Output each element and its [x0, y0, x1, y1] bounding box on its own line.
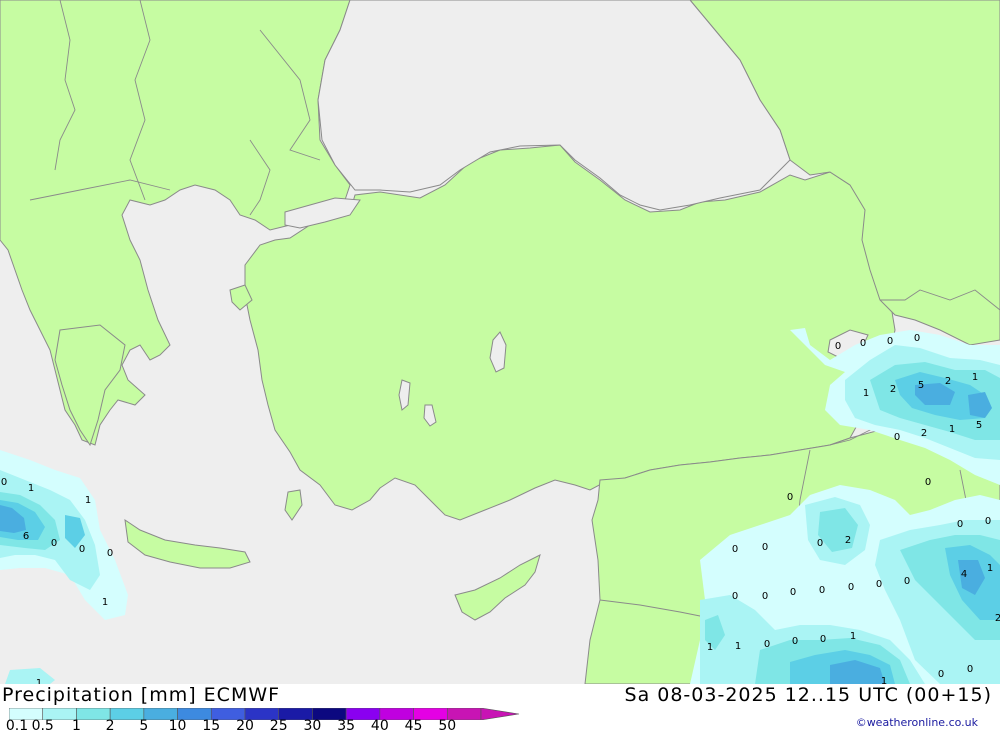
legend-label: 45	[404, 718, 423, 734]
legend-label: 0.1	[5, 718, 29, 734]
point-value-label: 0	[732, 544, 738, 555]
legend-labels: 0.1 0.5 1 2 5 10 15 20 25 30 35 40 45 50	[0, 718, 520, 734]
point-value-label: 0	[107, 548, 113, 559]
point-value-label: 0	[51, 538, 57, 549]
credit-link[interactable]: ©weatheronline.co.uk	[856, 716, 978, 729]
point-value-label: 2	[921, 428, 927, 439]
point-value-label: 0	[860, 338, 866, 349]
legend-label: 25	[269, 718, 288, 734]
point-value-label: 0	[985, 516, 991, 527]
point-value-label: 1	[102, 597, 108, 608]
point-value-label: 5	[918, 380, 924, 391]
point-value-label: 1	[881, 676, 887, 684]
point-value-label: 0	[835, 341, 841, 352]
point-value-label: 2	[995, 613, 1000, 624]
point-value-label: 1	[735, 641, 741, 652]
legend-label: 10	[168, 718, 187, 734]
point-value-label: 2	[945, 376, 951, 387]
legend-label: 35	[337, 718, 356, 734]
point-value-label: 0	[790, 587, 796, 598]
point-value-label: 1	[949, 424, 955, 435]
point-value-label: 1	[85, 495, 91, 506]
footer: Precipitation [mm] ECMWF Sa 08-03-2025 1…	[0, 684, 1000, 734]
point-value-label: 0	[762, 591, 768, 602]
legend-label: 15	[202, 718, 221, 734]
point-value-label: 0	[894, 432, 900, 443]
point-value-label: 0	[848, 582, 854, 593]
point-value-label: 1	[707, 642, 713, 653]
point-value-label: 0	[764, 639, 770, 650]
point-value-label: 0	[938, 669, 944, 680]
point-value-label: 0	[817, 538, 823, 549]
point-value-label: 2	[890, 384, 896, 395]
point-value-label: 0	[762, 542, 768, 553]
point-value-label: 0	[904, 576, 910, 587]
legend-label: 2	[105, 718, 115, 734]
map-title: Precipitation [mm] ECMWF	[2, 684, 281, 706]
point-value-label: 1	[850, 631, 856, 642]
point-value-label: 1	[863, 388, 869, 399]
point-value-label: 0	[792, 636, 798, 647]
point-value-label: 0	[819, 585, 825, 596]
point-value-label: 0	[876, 579, 882, 590]
point-value-label: 0	[79, 544, 85, 555]
point-value-label: 5	[976, 420, 982, 431]
point-value-label: 1	[972, 372, 978, 383]
legend-label: 50	[438, 718, 457, 734]
point-value-label: 0	[820, 634, 826, 645]
precipitation-map: 0 1 1 6 0 0 0 1 1 0 0 0 0 1 2 5 2 1 0 2 1 5 0 0 0 0 2 0 0 0 0 0 0 0 0 0 0 4 1 1…	[0, 0, 1000, 684]
point-value-label: 1	[28, 483, 34, 494]
point-value-label: 2	[845, 535, 851, 546]
legend-label: 1	[71, 718, 81, 734]
legend-label: 0.5	[31, 718, 54, 734]
point-value-label: 0	[732, 591, 738, 602]
point-value-label: 0	[967, 664, 973, 675]
point-value-label: 0	[887, 336, 893, 347]
point-value-label: 0	[1, 477, 7, 488]
valid-time: Sa 08-03-2025 12..15 UTC (00+15)	[624, 684, 992, 706]
point-value-label: 4	[961, 569, 967, 580]
legend-label: 40	[370, 718, 389, 734]
point-value-label: 1	[987, 563, 993, 574]
legend-label: 30	[303, 718, 322, 734]
point-value-label: 0	[914, 333, 920, 344]
legend-label: 20	[236, 718, 254, 734]
point-value-label: 0	[787, 492, 793, 503]
point-value-label: 6	[23, 531, 29, 542]
point-value-label: 0	[957, 519, 963, 530]
point-value-label: 0	[925, 477, 931, 488]
legend-label: 5	[139, 718, 149, 734]
